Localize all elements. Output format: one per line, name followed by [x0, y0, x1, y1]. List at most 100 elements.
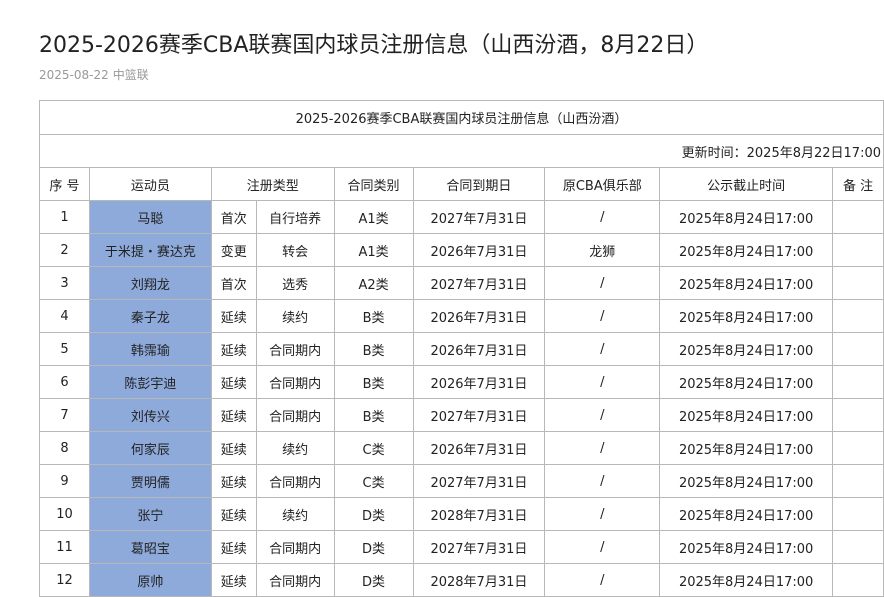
cell-index: 1: [39, 200, 90, 234]
registration-table: 2025-2026赛季CBA联赛国内球员注册信息（山西汾酒） 更新时间：2025…: [39, 100, 884, 597]
cell-reg-type: 延续: [210, 299, 257, 333]
cell-contract-end: 2027年7月31日: [412, 464, 546, 498]
cell-former-club: /: [544, 431, 661, 465]
table-row: 11 葛昭宝 延续 合同期内 D类 2027年7月31日/2025年8月24日17:00: [39, 530, 884, 564]
cell-notice-deadline: 2025年8月24日17:00: [659, 431, 834, 465]
cell-athlete-name: 于米提・赛达克: [88, 233, 212, 267]
cell-remarks: [832, 299, 884, 333]
table-row: 12 原帅 延续 合同期内 D类 2028年7月31日/2025年8月24日17:00: [39, 563, 884, 597]
cell-index: 7: [39, 398, 90, 432]
cell-remarks: [832, 563, 884, 597]
cell-contract-class: D类: [333, 530, 414, 564]
cell-remarks: [832, 497, 884, 531]
update-time-row: 更新时间：2025年8月22日17:00: [39, 134, 884, 168]
cell-contract-end: 2026年7月31日: [412, 299, 546, 333]
cell-contract-class: B类: [333, 299, 414, 333]
cell-notice-deadline: 2025年8月24日17:00: [659, 233, 834, 267]
cell-notice-deadline: 2025年8月24日17:00: [659, 398, 834, 432]
cell-remarks: [832, 332, 884, 366]
table-row: 2 于米提・赛达克 变更 转会 A1类 2026年7月31日 龙狮 2025年8月24日17:…: [39, 233, 884, 267]
cell-former-club: /: [544, 266, 661, 300]
cell-athlete-name: 何家辰: [88, 431, 212, 465]
cell-reg-type: 延续: [210, 464, 257, 498]
table-header-row: 序 号 运动员 注册类型 合同类别 合同到期日 原CBA俱乐部 公示截止时间 备…: [39, 167, 884, 201]
cell-contract-end: 2026年7月31日: [412, 233, 546, 267]
article-meta: 2025-08-22 中篮联: [39, 67, 149, 83]
header-remarks: 备 注: [832, 167, 884, 201]
cell-reg-subtype: 续约: [255, 431, 335, 465]
cell-reg-subtype: 自行培养: [255, 200, 335, 234]
cell-reg-type: 首次: [210, 200, 257, 234]
table-row: 4 秦子龙 延续 续约 B类 2026年7月31日/2025年8月24日17:00: [39, 299, 884, 333]
cell-former-club: /: [544, 530, 661, 564]
cell-former-club: 龙狮: [544, 233, 661, 267]
cell-remarks: [832, 431, 884, 465]
cell-reg-subtype: 选秀: [255, 266, 335, 300]
cell-athlete-name: 马聪: [88, 200, 212, 234]
table-caption-row: 2025-2026赛季CBA联赛国内球员注册信息（山西汾酒）: [39, 100, 884, 135]
cell-remarks: [832, 266, 884, 300]
cell-remarks: [832, 398, 884, 432]
cell-notice-deadline: 2025年8月24日17:00: [659, 497, 834, 531]
cell-index: 12: [39, 563, 90, 597]
cell-contract-end: 2026年7月31日: [412, 332, 546, 366]
cell-contract-class: A1类: [333, 200, 414, 234]
cell-former-club: /: [544, 365, 661, 399]
cell-reg-subtype: 续约: [255, 497, 335, 531]
cell-reg-subtype: 合同期内: [255, 530, 335, 564]
cell-notice-deadline: 2025年8月24日17:00: [659, 464, 834, 498]
cell-index: 5: [39, 332, 90, 366]
cell-notice-deadline: 2025年8月24日17:00: [659, 299, 834, 333]
cell-athlete-name: 刘翔龙: [88, 266, 212, 300]
cell-athlete-name: 张宁: [88, 497, 212, 531]
cell-contract-class: A2类: [333, 266, 414, 300]
cell-athlete-name: 原帅: [88, 563, 212, 597]
source-name: 中篮联: [112, 68, 149, 82]
header-index: 序 号: [39, 167, 90, 201]
cell-former-club: /: [544, 299, 661, 333]
cell-reg-subtype: 合同期内: [255, 464, 335, 498]
table-row: 6 陈彭宇迪 延续 合同期内 B类 2026年7月31日/2025年8月24日17:00: [39, 365, 884, 399]
cell-athlete-name: 刘传兴: [88, 398, 212, 432]
cell-contract-class: C类: [333, 431, 414, 465]
cell-former-club: /: [544, 497, 661, 531]
cell-contract-class: B类: [333, 365, 414, 399]
cell-index: 11: [39, 530, 90, 564]
cell-contract-class: A1类: [333, 233, 414, 267]
cell-reg-type: 延续: [210, 431, 257, 465]
table-row: 7 刘传兴 延续 合同期内 B类 2027年7月31日/2025年8月24日17:00: [39, 398, 884, 432]
article-title: 2025-2026赛季CBA联赛国内球员注册信息（山西汾酒，8月22日）: [39, 33, 709, 58]
table-caption: 2025-2026赛季CBA联赛国内球员注册信息（山西汾酒）: [39, 100, 884, 135]
cell-contract-class: B类: [333, 332, 414, 366]
cell-index: 2: [39, 233, 90, 267]
update-time: 更新时间：2025年8月22日17:00: [39, 134, 884, 168]
cell-remarks: [832, 530, 884, 564]
cell-remarks: [832, 200, 884, 234]
cell-index: 9: [39, 464, 90, 498]
cell-contract-end: 2026年7月31日: [412, 365, 546, 399]
cell-contract-end: 2028年7月31日: [412, 497, 546, 531]
table-row: 5 韩霈瑜 延续 合同期内 B类 2026年7月31日/2025年8月24日17:00: [39, 332, 884, 366]
cell-contract-end: 2028年7月31日: [412, 563, 546, 597]
cell-contract-end: 2027年7月31日: [412, 200, 546, 234]
cell-athlete-name: 陈彭宇迪: [88, 365, 212, 399]
cell-former-club: /: [544, 464, 661, 498]
cell-notice-deadline: 2025年8月24日17:00: [659, 266, 834, 300]
cell-reg-subtype: 合同期内: [255, 365, 335, 399]
cell-index: 8: [39, 431, 90, 465]
header-reg-type: 注册类型: [210, 167, 335, 201]
cell-reg-subtype: 转会: [255, 233, 335, 267]
cell-index: 6: [39, 365, 90, 399]
cell-contract-end: 2026年7月31日: [412, 431, 546, 465]
cell-reg-subtype: 合同期内: [255, 563, 335, 597]
cell-reg-type: 延续: [210, 365, 257, 399]
cell-reg-type: 变更: [210, 233, 257, 267]
cell-index: 3: [39, 266, 90, 300]
cell-athlete-name: 韩霈瑜: [88, 332, 212, 366]
cell-contract-end: 2027年7月31日: [412, 398, 546, 432]
cell-athlete-name: 葛昭宝: [88, 530, 212, 564]
cell-remarks: [832, 365, 884, 399]
cell-reg-type: 首次: [210, 266, 257, 300]
publish-date: 2025-08-22: [39, 68, 109, 82]
cell-reg-type: 延续: [210, 497, 257, 531]
